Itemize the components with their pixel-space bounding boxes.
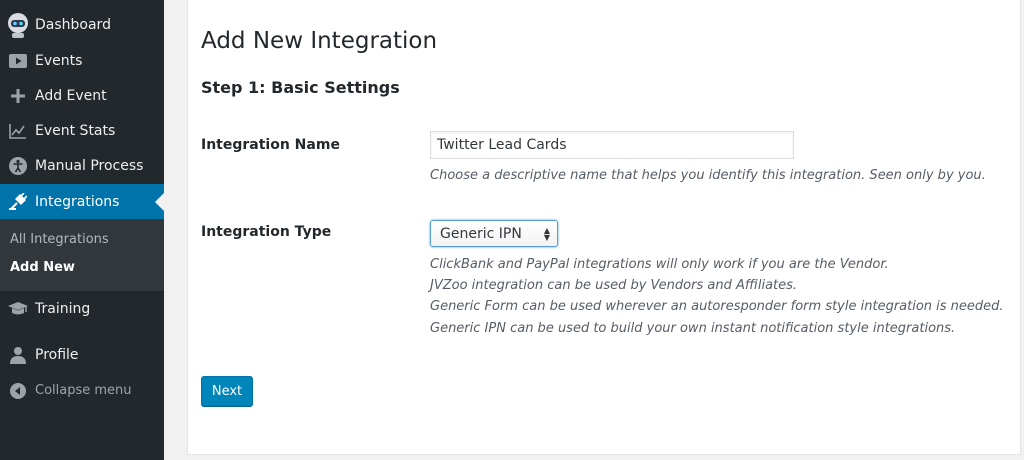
plus-icon: [0, 88, 35, 103]
sidebar-item-profile[interactable]: Profile: [0, 337, 164, 372]
integration-name-description: Choose a descriptive name that helps you…: [430, 168, 986, 183]
robot-avatar-icon: [0, 12, 35, 38]
sidebar-item-training[interactable]: Training: [0, 291, 164, 326]
integration-type-label: Integration Type: [201, 224, 332, 240]
graduation-cap-icon: [0, 301, 35, 317]
sidebar-item-label: Add Event: [35, 87, 107, 104]
plug-icon: [0, 192, 35, 211]
integration-type-description-1: ClickBank and PayPal integrations will o…: [430, 257, 889, 272]
sidebar-item-label: Profile: [35, 346, 79, 363]
submenu-item-all-integrations[interactable]: All Integrations: [10, 232, 109, 247]
play-icon: [0, 53, 35, 69]
submenu-item-add-new[interactable]: Add New: [10, 260, 75, 275]
integrations-submenu: All Integrations Add New: [0, 219, 164, 291]
integration-type-description-4: Generic IPN can be used to build your ow…: [430, 321, 956, 336]
sidebar-item-manual-process[interactable]: Manual Process: [0, 148, 164, 183]
integration-type-selected-value: Generic IPN: [440, 225, 522, 242]
admin-sidebar: Dashboard Events Add Event Event Stats M…: [0, 0, 164, 460]
integration-type-description-3: Generic Form can be used wherever an aut…: [430, 299, 1004, 314]
sidebar-item-label: Integrations: [35, 193, 120, 210]
sidebar-item-label: Manual Process: [35, 157, 144, 174]
sidebar-item-label: Events: [35, 52, 83, 69]
sidebar-item-add-event[interactable]: Add Event: [0, 78, 164, 113]
collapse-menu-label: Collapse menu: [35, 383, 132, 398]
collapse-arrow-icon: [0, 382, 35, 399]
sidebar-item-integrations[interactable]: Integrations: [0, 184, 164, 219]
page-title: Add New Integration: [201, 28, 438, 54]
chart-icon: [0, 123, 35, 139]
sidebar-item-dashboard[interactable]: Dashboard: [0, 7, 164, 42]
next-button[interactable]: Next: [201, 376, 253, 406]
integration-name-label: Integration Name: [201, 137, 340, 153]
collapse-menu-button[interactable]: Collapse menu: [0, 373, 164, 408]
step-title: Step 1: Basic Settings: [201, 78, 400, 97]
active-indicator-arrow: [155, 193, 164, 211]
sidebar-item-label: Training: [35, 300, 91, 317]
integration-type-select[interactable]: Generic IPN ▲ ▼: [430, 220, 558, 247]
integration-form-panel: Add New Integration Step 1: Basic Settin…: [187, 0, 1021, 455]
accessibility-icon: [0, 156, 35, 175]
user-icon: [0, 346, 35, 364]
select-arrows-icon: ▲ ▼: [543, 225, 550, 242]
sidebar-item-label: Dashboard: [35, 16, 111, 33]
sidebar-item-event-stats[interactable]: Event Stats: [0, 113, 164, 148]
sidebar-item-label: Event Stats: [35, 122, 116, 139]
integration-type-description-2: JVZoo integration can be used by Vendors…: [430, 278, 798, 293]
sidebar-item-events[interactable]: Events: [0, 43, 164, 78]
integration-name-input[interactable]: [430, 131, 794, 159]
